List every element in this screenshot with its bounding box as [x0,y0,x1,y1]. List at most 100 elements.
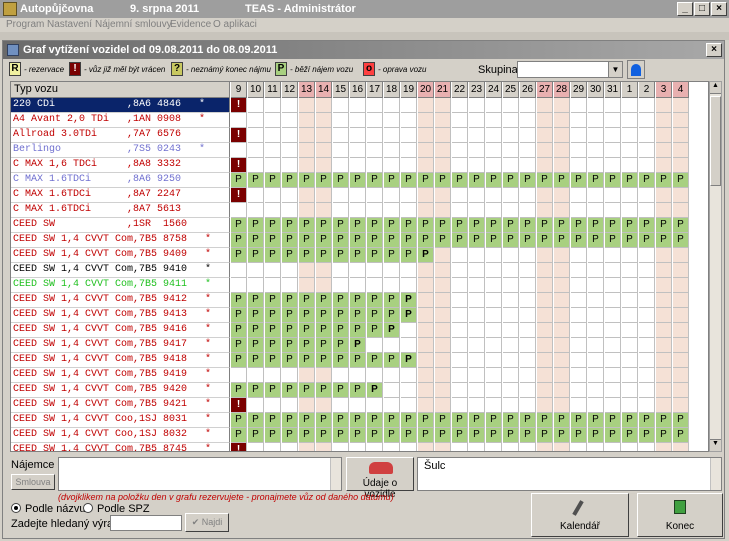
day-cell[interactable]: P [367,428,383,443]
day-cell[interactable]: P [554,413,570,428]
day-cell[interactable] [350,278,366,293]
day-cell[interactable]: P [639,233,655,248]
day-cell[interactable] [588,263,604,278]
day-cell[interactable] [333,113,349,128]
day-cell[interactable]: P [282,218,298,233]
table-row[interactable]: CEED SW 1,4 CVVT Coo,1SJ 8031 * P P P P P P P P P… [11,413,708,428]
day-cell[interactable] [384,383,400,398]
day-cell[interactable] [316,143,332,158]
day-cell[interactable] [299,278,315,293]
day-cell[interactable] [673,323,689,338]
day-cell[interactable] [282,368,298,383]
table-row[interactable]: CEED SW 1,4 CVVT Com,7B5 9409 * P P P P P P P P P… [11,248,708,263]
day-cell[interactable]: P [265,218,281,233]
day-cell[interactable]: P [282,173,298,188]
day-cell[interactable] [605,353,621,368]
day-cell[interactable] [622,203,638,218]
day-cell[interactable] [571,338,587,353]
day-cell[interactable] [282,203,298,218]
day-cell[interactable]: P [299,323,315,338]
table-row[interactable]: CEED SW 1,4 CVVT Com,7B5 9418 * P P P P P P P P P… [11,353,708,368]
day-cell[interactable] [639,398,655,413]
day-cell[interactable] [316,398,332,413]
day-cell[interactable]: P [520,413,536,428]
day-cell[interactable] [435,98,451,113]
day-cell[interactable] [537,128,553,143]
day-cell[interactable] [503,368,519,383]
day-cell[interactable] [520,263,536,278]
day-cell[interactable]: P [384,308,400,323]
day-cell[interactable] [605,278,621,293]
day-cell[interactable] [333,368,349,383]
day-cell[interactable] [384,188,400,203]
day-cell[interactable]: P [537,413,553,428]
day-cell[interactable] [333,278,349,293]
day-cell[interactable] [588,128,604,143]
table-row[interactable]: CEED SW 1,4 CVVT Com,7B5 9421 *! [11,398,708,413]
day-cell[interactable] [299,443,315,451]
day-cell[interactable] [384,368,400,383]
minimize-icon[interactable]: _ [677,2,693,16]
day-cell[interactable]: P [231,248,247,263]
day-cell[interactable] [520,248,536,263]
day-cell[interactable] [350,113,366,128]
day-cell[interactable]: P [452,428,468,443]
day-cell[interactable]: P [316,293,332,308]
day-cell[interactable] [350,188,366,203]
day-cell[interactable]: P [265,413,281,428]
day-cell[interactable] [265,128,281,143]
day-cell[interactable] [656,323,672,338]
day-cell[interactable] [605,248,621,263]
day-cell[interactable]: P [503,428,519,443]
day-cell[interactable]: ! [231,98,247,113]
day-cell[interactable] [248,128,264,143]
day-cell[interactable] [588,308,604,323]
day-cell[interactable] [333,398,349,413]
day-cell[interactable] [622,398,638,413]
day-cell[interactable]: P [622,413,638,428]
day-cell[interactable]: P [605,218,621,233]
day-cell[interactable] [639,128,655,143]
day-cell[interactable]: P [333,173,349,188]
day-cell[interactable] [503,158,519,173]
day-cell[interactable]: P [622,218,638,233]
day-cell[interactable] [333,143,349,158]
day-cell[interactable] [367,338,383,353]
day-cell[interactable] [418,293,434,308]
day-cell[interactable]: P [401,218,417,233]
day-cell[interactable] [639,323,655,338]
day-cell[interactable] [401,158,417,173]
day-cell[interactable]: P [486,173,502,188]
day-cell[interactable]: P [350,338,366,353]
day-cell[interactable] [282,188,298,203]
day-cell[interactable] [452,443,468,451]
day-cell[interactable] [503,338,519,353]
day-cell[interactable] [571,308,587,323]
day-cell[interactable]: P [231,383,247,398]
day-cell[interactable] [384,203,400,218]
day-cell[interactable]: P [333,338,349,353]
day-cell[interactable]: P [588,413,604,428]
day-cell[interactable] [605,368,621,383]
day-cell[interactable] [605,398,621,413]
day-cell[interactable] [554,278,570,293]
day-cell[interactable] [554,398,570,413]
day-cell[interactable]: P [622,233,638,248]
day-cell[interactable]: P [248,308,264,323]
menu-najemni-smlouvy[interactable]: Nájemní smlouvy [95,19,172,30]
day-cell[interactable] [486,143,502,158]
day-cell[interactable] [554,368,570,383]
day-cell[interactable] [673,443,689,451]
day-cell[interactable] [418,113,434,128]
day-cell[interactable] [673,398,689,413]
day-cell[interactable] [299,98,315,113]
day-cell[interactable] [571,368,587,383]
day-cell[interactable]: P [333,323,349,338]
day-cell[interactable] [520,203,536,218]
day-cell[interactable] [333,203,349,218]
day-cell[interactable] [520,383,536,398]
day-cell[interactable] [401,323,417,338]
vehicle-name[interactable]: CEED SW 1,4 CVVT Coo,1SJ 8032 * [11,428,230,443]
day-cell[interactable]: P [333,353,349,368]
day-cell[interactable]: P [401,353,417,368]
